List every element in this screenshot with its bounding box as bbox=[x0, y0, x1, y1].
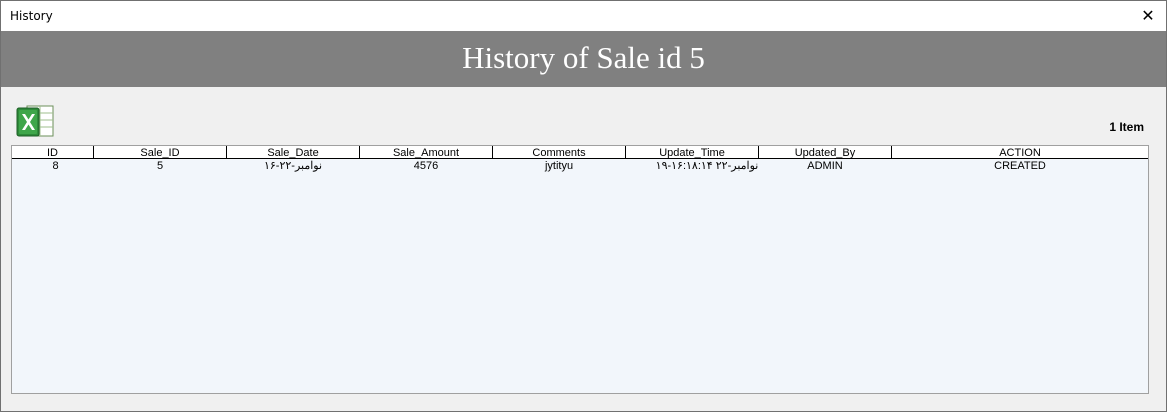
window-title: History bbox=[10, 9, 53, 23]
close-icon[interactable]: ✕ bbox=[1130, 1, 1166, 31]
column-header-sale-amount[interactable]: Sale_Amount bbox=[360, 146, 492, 158]
history-window: History ✕ History of Sale id 5 1 Item ID… bbox=[0, 0, 1167, 412]
column-header-update-time[interactable]: Update_Time bbox=[626, 146, 758, 158]
cell-comments: jytityu bbox=[544, 160, 574, 172]
cell-action: CREATED bbox=[994, 160, 1046, 172]
cell-sale-amount: 4576 bbox=[413, 160, 439, 172]
cell-id: 8 bbox=[52, 160, 59, 172]
cell-updated-by: ADMIN bbox=[807, 160, 843, 172]
page-title: History of Sale id 5 bbox=[462, 40, 705, 75]
column-header-action[interactable]: ACTION bbox=[892, 146, 1148, 158]
cell-sale-date: ۱۶-نوامبر-۲۲ bbox=[263, 160, 323, 172]
cell-sale-id: 5 bbox=[156, 160, 164, 172]
table-row[interactable]: 8 5 ۱۶-نوامبر-۲۲ 4576 jytityu ۱۹-نوامبر-… bbox=[12, 159, 1148, 173]
export-excel-button[interactable] bbox=[15, 102, 55, 140]
column-header-updated-by[interactable]: Updated_By bbox=[759, 146, 891, 158]
page-header: History of Sale id 5 bbox=[1, 31, 1166, 87]
column-header-id[interactable]: ID bbox=[12, 146, 93, 158]
column-header-comments[interactable]: Comments bbox=[493, 146, 625, 158]
excel-icon bbox=[16, 105, 54, 137]
column-header-sale-date[interactable]: Sale_Date bbox=[227, 146, 359, 158]
table-header: ID Sale_ID Sale_Date Sale_Amount Comment… bbox=[12, 146, 1148, 159]
item-count: 1 Item bbox=[1109, 120, 1144, 134]
title-bar: History ✕ bbox=[1, 1, 1166, 31]
column-header-sale-id[interactable]: Sale_ID bbox=[94, 146, 226, 158]
history-table[interactable]: ID Sale_ID Sale_Date Sale_Amount Comment… bbox=[11, 145, 1149, 394]
